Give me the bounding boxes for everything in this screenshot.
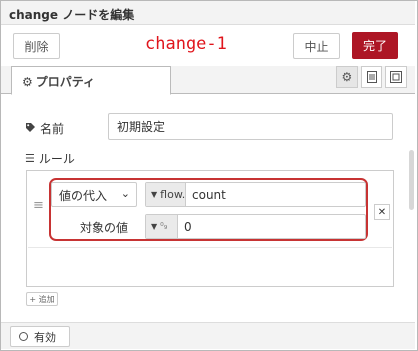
plus-icon: + xyxy=(29,294,37,304)
toggle-circle-icon xyxy=(19,332,28,341)
name-input[interactable] xyxy=(108,113,393,140)
tab-properties[interactable]: ⚙ プロパティ xyxy=(11,66,171,95)
appearance-icon[interactable] xyxy=(385,66,408,88)
action-select-value: 値の代入 xyxy=(59,189,108,203)
rules-label-text: ルール xyxy=(38,152,75,166)
node-label-annotation: change-1 xyxy=(145,34,227,54)
target-value: count xyxy=(192,188,226,202)
description-icon[interactable] xyxy=(360,66,383,88)
add-rule-label: 追加 xyxy=(38,294,55,304)
tag-icon xyxy=(25,122,36,136)
value-typed-input[interactable]: ▼ ⁰₉ 0 xyxy=(145,214,366,239)
value-type-button[interactable]: ▼ ⁰₉ xyxy=(146,215,178,238)
tab-icon-group: ⚙ xyxy=(333,66,408,90)
caret-down-icon: ▼ xyxy=(151,190,158,199)
name-label: 名前 xyxy=(25,120,64,137)
rules-label: ☰ ルール xyxy=(25,150,75,167)
enabled-label: 有効 xyxy=(34,330,56,344)
target-type-button[interactable]: ▼ flow. xyxy=(146,183,186,206)
target-type-label: flow. xyxy=(160,188,186,201)
list-icon: ☰ xyxy=(25,152,35,165)
tab-properties-label: プロパティ xyxy=(35,75,96,89)
drag-handle-icon[interactable]: ≡ xyxy=(33,198,44,213)
number-type-icon: ⁰₉ xyxy=(160,221,168,232)
remove-rule-button[interactable]: ✕ xyxy=(374,204,390,220)
gear-icon: ⚙ xyxy=(22,75,33,89)
done-button[interactable]: 完了 xyxy=(352,32,398,59)
name-label-text: 名前 xyxy=(40,122,65,136)
action-select[interactable]: 値の代入 ⌄ xyxy=(51,182,137,207)
scrollbar[interactable] xyxy=(409,150,414,210)
value-input: 0 xyxy=(184,220,192,234)
cancel-button[interactable]: 中止 xyxy=(293,33,340,59)
enabled-toggle[interactable]: 有効 xyxy=(10,326,70,347)
chevron-down-icon: ⌄ xyxy=(120,187,130,200)
rule-row: ≡ 値の代入 ⌄ ▼ flow. count 対象の値 ▼ ⁰₉ 0 ✕ xyxy=(28,172,392,248)
target-typed-input[interactable]: ▼ flow. count xyxy=(145,182,366,207)
settings-gear-icon[interactable]: ⚙ xyxy=(336,66,358,88)
add-rule-button[interactable]: + 追加 xyxy=(26,292,58,306)
caret-down-icon: ▼ xyxy=(151,222,158,231)
rule-list: ≡ 値の代入 ⌄ ▼ flow. count 対象の値 ▼ ⁰₉ 0 ✕ xyxy=(26,170,394,287)
delete-button[interactable]: 削除 xyxy=(13,33,60,59)
value-label: 対象の値 xyxy=(80,221,129,235)
dialog-title: change ノードを編集 xyxy=(1,1,415,25)
